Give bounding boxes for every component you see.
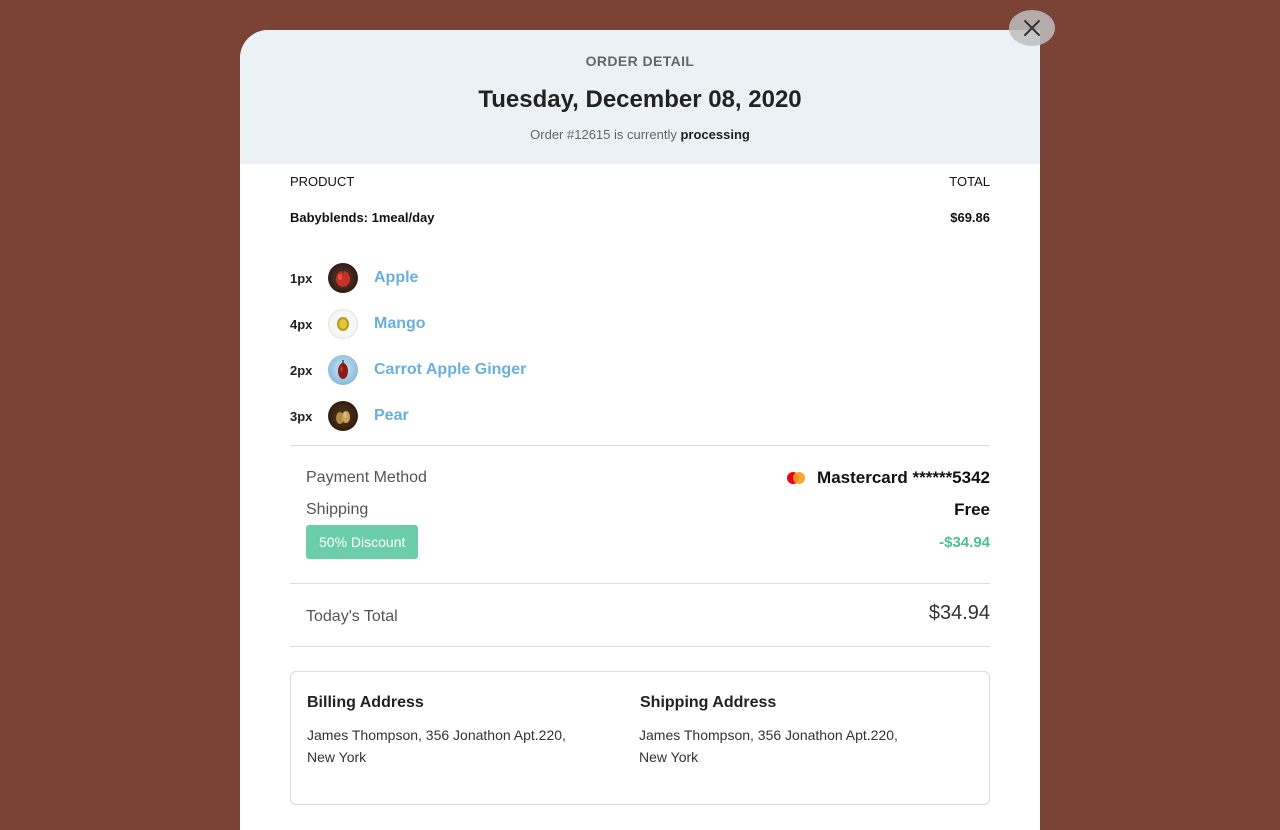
item-name-link[interactable]: Apple <box>374 269 418 287</box>
col-total: TOTAL <box>949 174 990 189</box>
payment-row: Payment Method Mastercard ******5342 <box>306 468 990 488</box>
shipping-title: Shipping Address <box>640 694 777 711</box>
item-qty: 4px <box>290 316 313 332</box>
discount-row: 50% Discount -$34.94 <box>306 525 990 583</box>
item-qty: 2px <box>290 362 313 378</box>
divider <box>290 646 990 647</box>
address-box: Billing Address James Thompson, 356 Jona… <box>290 671 990 805</box>
list-item: 3px Pear <box>290 401 990 431</box>
table-header: PRODUCT TOTAL <box>290 174 990 189</box>
item-qty: 3px <box>290 408 313 424</box>
shipping-label: Shipping <box>306 501 369 518</box>
item-name-link[interactable]: Mango <box>374 315 426 333</box>
item-qty: 1px <box>290 270 313 286</box>
order-status: processing <box>680 127 750 142</box>
close-button[interactable] <box>1009 10 1055 46</box>
payment-label: Payment Method <box>306 469 427 486</box>
list-item: 2px Carrot Apple Ginger <box>290 355 990 385</box>
order-date: Tuesday, December 08, 2020 <box>478 86 802 113</box>
shipping-text: James Thompson, 356 Jonathon Apt.220, Ne… <box>639 727 898 765</box>
payment-brand: Mastercard <box>817 468 908 487</box>
order-summary: Payment Method Mastercard ******5342 Shi… <box>290 446 990 583</box>
product-row: Babyblends: 1meal/day $69.86 <box>290 210 990 225</box>
billing-title: Billing Address <box>307 694 424 711</box>
item-name-link[interactable]: Carrot Apple Ginger <box>374 361 526 379</box>
product-total: $69.86 <box>950 210 990 225</box>
shipping-row: Shipping Free <box>306 500 990 520</box>
order-status-prefix: Order #12615 is currently <box>530 127 677 142</box>
modal-header: ORDER DETAIL Tuesday, December 08, 2020 … <box>240 30 1040 164</box>
item-list: 1px Apple 4px Mango 2px Carrot Apple Gin… <box>290 263 990 431</box>
payment-method: Mastercard ******5342 <box>787 468 990 488</box>
payment-number: ******5342 <box>912 468 990 487</box>
shipping-address: Shipping Address James Thompson, 356 Jon… <box>639 694 973 804</box>
col-product: PRODUCT <box>290 174 355 189</box>
mastercard-icon <box>787 472 806 484</box>
list-item: 4px Mango <box>290 309 990 339</box>
mango-icon <box>328 309 358 339</box>
list-item: 1px Apple <box>290 263 990 293</box>
billing-address: Billing Address James Thompson, 356 Jona… <box>307 694 640 804</box>
order-detail-modal: ORDER DETAIL Tuesday, December 08, 2020 … <box>240 30 1040 830</box>
order-status-line: Order #12615 is currently processing <box>240 127 1040 142</box>
billing-text: James Thompson, 356 Jonathon Apt.220, Ne… <box>307 727 566 765</box>
carrot-icon <box>328 355 358 385</box>
item-name-link[interactable]: Pear <box>374 407 409 425</box>
discount-value: -$34.94 <box>939 533 990 551</box>
product-name: Babyblends: 1meal/day <box>290 210 435 225</box>
total-label: Today's Total <box>306 608 398 625</box>
apple-icon <box>328 263 358 293</box>
total-row: Today's Total $34.94 <box>290 584 990 646</box>
pear-icon <box>328 401 358 431</box>
discount-badge: 50% Discount <box>306 525 419 559</box>
shipping-value: Free <box>954 500 990 519</box>
close-icon <box>1024 20 1040 36</box>
total-value: $34.94 <box>928 601 990 624</box>
header-label: ORDER DETAIL <box>585 53 695 69</box>
